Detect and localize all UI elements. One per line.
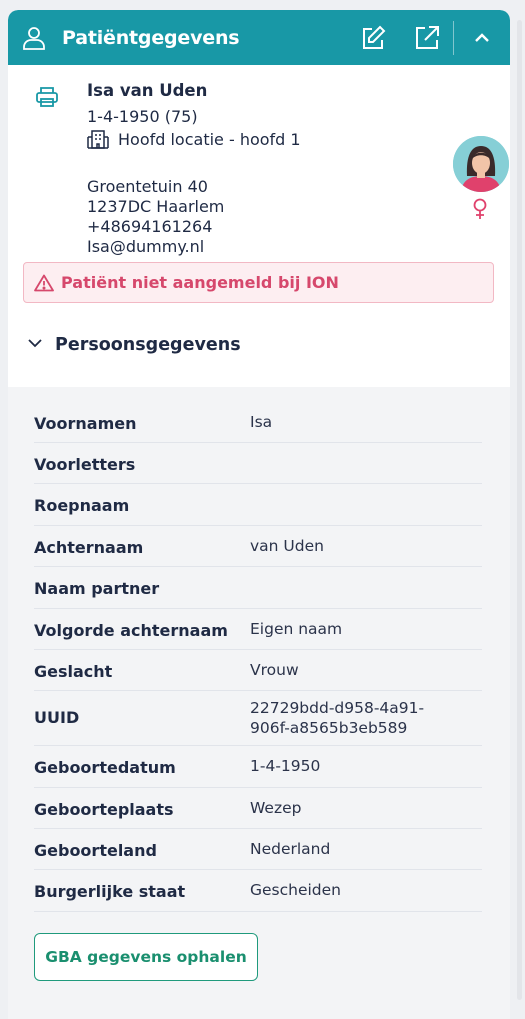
detail-row: Burgerlijke staat Gescheiden: [34, 870, 482, 912]
scrollbar[interactable]: [517, 20, 522, 1000]
ion-warning-banner: Patiënt niet aangemeld bij ION: [23, 262, 494, 303]
detail-value: [250, 484, 482, 525]
warning-text: Patiënt niet aangemeld bij ION: [61, 273, 339, 292]
patient-name: Isa van Uden: [87, 81, 208, 100]
detail-label: Geboorteplaats: [34, 800, 174, 819]
building-icon: [87, 129, 109, 149]
detail-row: Roepnaam: [34, 484, 482, 526]
location-label: Hoofd locatie - hoofd 1: [118, 129, 301, 149]
detail-value: Wezep: [250, 799, 302, 817]
header-divider: [453, 20, 454, 55]
detail-label: Achternaam: [34, 538, 144, 557]
patient-city: 1237DC Haarlem: [87, 197, 225, 216]
detail-label: Geboorteland: [34, 841, 157, 860]
detail-row: UUID 22729bdd-d958-4a91-906f-a8565b3eb58…: [34, 691, 482, 746]
section-title: Persoonsgegevens: [55, 335, 241, 355]
detail-value: Nederland: [250, 840, 331, 858]
detail-label: Voornamen: [34, 414, 137, 433]
edit-icon[interactable]: [359, 24, 387, 52]
detail-value: [250, 443, 482, 483]
detail-label: Roepnaam: [34, 496, 130, 515]
patient-panel: Patiëntgegevens Isa van Uden 1-4-1950 (7…: [8, 10, 510, 1019]
detail-row: Achternaam van Uden: [34, 526, 482, 567]
detail-row: Volgorde achternaam Eigen naam: [34, 609, 482, 650]
chevron-up-icon[interactable]: [468, 24, 496, 52]
detail-row: Voorletters: [34, 443, 482, 484]
detail-label: Burgerlijke staat: [34, 882, 186, 901]
detail-label: Voorletters: [34, 455, 136, 474]
persoonsgegevens-toggle[interactable]: Persoonsgegevens: [23, 303, 494, 387]
patient-summary: Isa van Uden 1-4-1950 (75) Hoofd locatie…: [8, 65, 510, 387]
detail-row: Naam partner: [34, 567, 482, 609]
detail-value: van Uden: [250, 537, 324, 555]
avatar: [453, 136, 509, 192]
detail-label: UUID: [34, 708, 80, 727]
panel-header: Patiëntgegevens: [8, 10, 510, 65]
patient-birthdate: 1-4-1950 (75): [87, 107, 198, 126]
detail-label: Naam partner: [34, 579, 160, 598]
detail-value: Gescheiden: [250, 881, 342, 899]
detail-value: 1-4-1950: [250, 757, 321, 775]
detail-row: Voornamen Isa: [34, 402, 482, 443]
patient-street: Groentetuin 40: [87, 177, 208, 196]
female-gender-icon: [472, 198, 488, 224]
detail-row: Geboortedatum 1-4-1950: [34, 746, 482, 788]
warning-icon: [34, 274, 54, 292]
patient-location: Hoofd locatie - hoofd 1: [87, 129, 301, 149]
detail-value: 22729bdd-d958-4a91-906f-a8565b3eb589: [250, 699, 425, 737]
detail-row: Geboorteland Nederland: [34, 829, 482, 870]
external-link-icon[interactable]: [413, 24, 441, 52]
detail-label: Geslacht: [34, 662, 113, 681]
detail-value: Vrouw: [250, 661, 299, 679]
detail-value: Eigen naam: [250, 620, 343, 638]
detail-row: Geboorteplaats Wezep: [34, 788, 482, 829]
panel-title: Patiëntgegevens: [62, 26, 240, 49]
user-icon: [20, 24, 48, 52]
detail-label: Geboortedatum: [34, 758, 176, 777]
detail-value: [250, 567, 482, 608]
detail-row: Geslacht Vrouw: [34, 650, 482, 691]
printer-icon[interactable]: [35, 85, 59, 113]
patient-email: Isa@dummy.nl: [87, 237, 205, 256]
detail-label: Volgorde achternaam: [34, 621, 228, 640]
gba-fetch-button[interactable]: GBA gegevens ophalen: [34, 933, 258, 981]
patient-phone: +48694161264: [87, 217, 213, 236]
detail-value: Isa: [250, 413, 273, 431]
details-list: Voornamen Isa Voorletters Roepnaam Achte…: [8, 387, 510, 912]
chevron-down-icon: [26, 334, 44, 356]
